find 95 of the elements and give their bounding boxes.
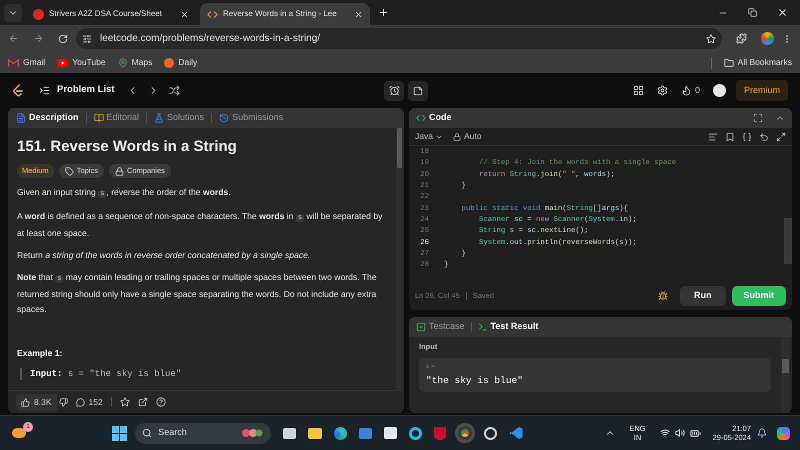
bookmark-icon[interactable] [725, 132, 735, 142]
address-bar[interactable]: leetcode.com/problems/reverse-words-in-a-string/ [76, 28, 722, 49]
bookmark-link[interactable]: Gmail [8, 56, 46, 69]
user-avatar[interactable] [713, 84, 726, 97]
folder-icon[interactable] [308, 428, 322, 438]
bookmark-link[interactable]: Daily [164, 56, 198, 69]
panel-tab[interactable]: Editorial [92, 111, 142, 125]
comments-button[interactable]: 152 [76, 396, 103, 408]
site-logo-icon [33, 8, 44, 20]
panel-tab[interactable]: Submissions [217, 111, 286, 125]
checkbox-icon [416, 322, 426, 332]
panel-tab[interactable]: Description [14, 111, 81, 125]
example-heading: Example 1: [17, 347, 64, 360]
comment-icon [76, 398, 84, 406]
site-info-icon[interactable] [82, 34, 92, 44]
url-text: leetcode.com/problems/reverse-words-in-a-string/ [100, 32, 322, 46]
reload-icon[interactable] [58, 34, 68, 44]
expand-icon[interactable] [776, 132, 786, 142]
thumbs-up-icon [21, 398, 30, 406]
input-value: "the sky is blue" [426, 374, 524, 388]
like-button[interactable]: 8.3K [16, 394, 56, 410]
battery-icon[interactable] [690, 428, 701, 438]
timer-button[interactable] [384, 80, 404, 100]
document-icon [16, 113, 26, 123]
panel-title: Code [429, 111, 452, 124]
taskbar-search[interactable]: Search [135, 422, 272, 444]
back-icon[interactable] [8, 33, 19, 44]
grid-icon[interactable] [632, 85, 644, 96]
mode-label: Auto [452, 130, 482, 143]
play-icon [57, 58, 68, 66]
maximize-icon[interactable] [753, 113, 763, 123]
share-icon[interactable] [138, 397, 148, 407]
wifi-icon[interactable] [660, 428, 670, 438]
close-icon[interactable] [354, 10, 363, 18]
new-tab-icon[interactable] [378, 7, 389, 18]
settings-icon[interactable] [656, 85, 668, 96]
scrollbar[interactable] [396, 128, 403, 390]
search-icon [142, 428, 152, 438]
bug-icon[interactable] [658, 291, 668, 301]
dislike-icon[interactable] [58, 398, 68, 406]
note-icon [413, 86, 424, 96]
tab-title: Reverse Words in a String - Lee [223, 8, 338, 20]
lock-icon [114, 166, 124, 176]
streak-count: 0 [694, 84, 700, 97]
run-button[interactable]: Run [680, 286, 726, 306]
folder-icon [724, 58, 734, 68]
code-icon [416, 113, 426, 123]
bell-icon[interactable] [757, 428, 768, 438]
map-pin-icon [118, 58, 128, 68]
bookmark-link[interactable]: Maps [118, 56, 152, 69]
close-icon[interactable] [180, 10, 189, 18]
history-icon [219, 113, 230, 123]
alarm-clock-icon [388, 85, 400, 96]
undo-icon[interactable] [759, 132, 769, 142]
braces-icon[interactable] [742, 132, 752, 142]
site-logo-icon[interactable] [12, 84, 23, 97]
scrollbar[interactable] [781, 337, 790, 413]
panel-tab[interactable]: Testcase [416, 320, 465, 334]
tab-title: Strivers A2Z DSA Course/Sheet [49, 8, 163, 20]
format-icon[interactable] [708, 132, 718, 142]
panel-tab[interactable]: Solutions [152, 111, 206, 125]
forward-icon[interactable] [33, 33, 44, 44]
problem-title: 151. Reverse Words in a String [17, 138, 238, 156]
profile-avatar[interactable] [761, 32, 774, 45]
volume-icon[interactable] [674, 428, 685, 438]
problem-list-link[interactable]: Problem List [57, 83, 115, 98]
star-icon[interactable] [706, 34, 716, 44]
premium-button[interactable]: Premium [736, 80, 788, 101]
all-bookmarks-link[interactable]: All Bookmarks [724, 56, 792, 69]
browser-tab[interactable]: Reverse Words in a String - Lee [200, 3, 370, 25]
language-select[interactable]: Java [415, 130, 443, 143]
puzzle-icon[interactable] [736, 33, 747, 44]
browser-tab[interactable]: Strivers A2Z DSA Course/Sheet [26, 3, 196, 25]
list-icon[interactable] [39, 85, 50, 96]
windows-logo-icon[interactable] [112, 426, 128, 440]
flask-icon [154, 113, 164, 123]
book-icon [94, 113, 104, 123]
shield-icon[interactable] [434, 426, 446, 440]
notes-button[interactable] [408, 80, 428, 100]
shuffle-icon[interactable] [168, 85, 180, 96]
help-icon[interactable] [156, 397, 166, 407]
code-logo-icon [207, 8, 218, 20]
panel-tab[interactable]: Test Result [478, 320, 538, 334]
flame-icon[interactable] [680, 85, 692, 96]
description-paragraph: Return a string of the words in reverse order concatenated by a single space. [17, 249, 312, 262]
ring-icon[interactable] [409, 426, 422, 440]
mail-icon [8, 58, 19, 66]
lock-icon [452, 132, 461, 140]
bookmark-link[interactable]: YouTube [57, 56, 106, 69]
terminal-icon [478, 322, 488, 332]
star-icon[interactable] [120, 397, 130, 407]
restore-icon[interactable] [748, 8, 757, 17]
tag-icon [64, 166, 74, 176]
example-block: Input: s = "the sky is blue" [20, 368, 387, 380]
close-icon[interactable] [777, 7, 788, 18]
